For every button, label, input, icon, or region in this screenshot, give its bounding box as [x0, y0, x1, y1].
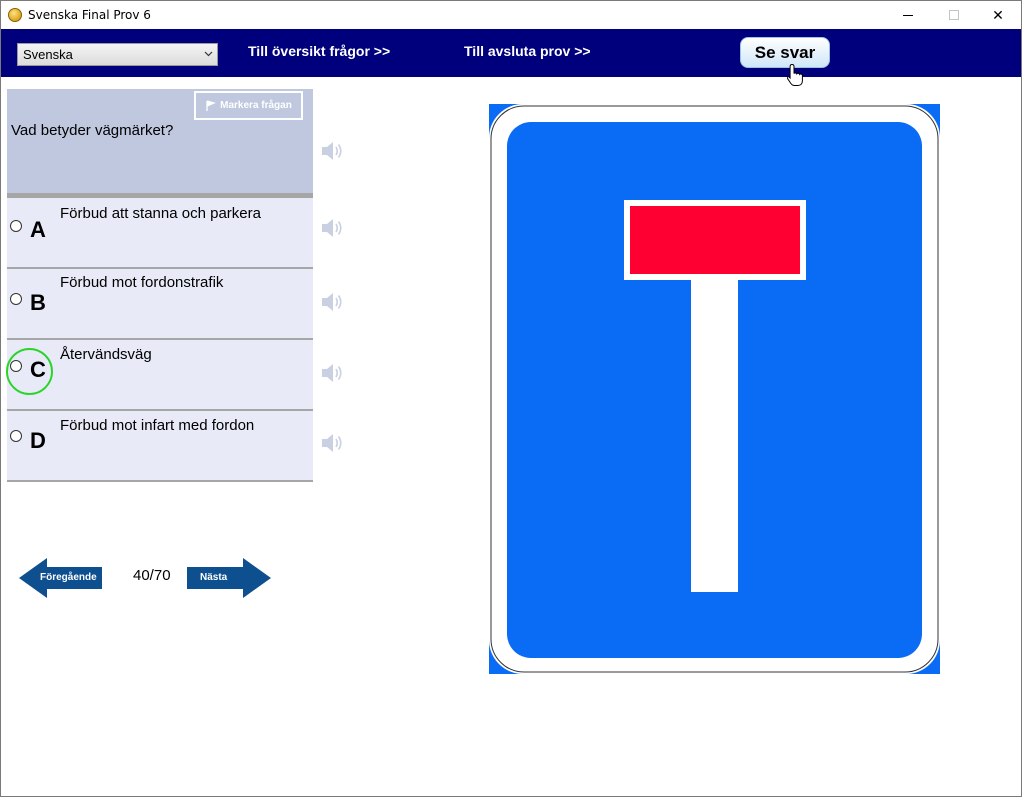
sign-red-bar [630, 206, 800, 274]
answer-radio-d[interactable] [10, 430, 22, 442]
answer-text-b: Förbud mot fordonstrafik [60, 274, 224, 291]
answer-c-speaker-icon[interactable] [320, 362, 344, 384]
language-select-value: Svenska [23, 47, 73, 62]
window-title: Svenska Final Prov 6 [28, 8, 151, 22]
app-icon [8, 8, 22, 22]
question-counter: 40/70 [133, 567, 171, 584]
question-speaker-icon[interactable] [320, 140, 344, 162]
answer-text-d: Förbud mot infart med fordon [60, 417, 255, 434]
answer-option-c[interactable]: C Återvändsväg [7, 340, 313, 411]
mark-question-button[interactable]: Markera frågan [194, 91, 303, 120]
answer-option-b[interactable]: B Förbud mot fordonstrafik [7, 269, 313, 340]
show-answer-button[interactable]: Se svar [740, 37, 830, 68]
answer-letter-d: D [30, 428, 46, 453]
answer-d-speaker-icon[interactable] [320, 432, 344, 454]
next-button[interactable]: Nästa [187, 558, 271, 598]
close-icon: ✕ [992, 6, 1004, 23]
answer-radio-a[interactable] [10, 220, 22, 232]
question-panel: Markera frågan Vad betyder vägmärket? [7, 89, 313, 193]
dead-end-road-sign [489, 104, 940, 674]
app-window: Svenska Final Prov 6 ✕ Svenska Till över… [0, 0, 1022, 797]
hand-cursor-icon [787, 63, 803, 86]
show-answer-label: Se svar [754, 42, 816, 62]
answer-letter-b: B [30, 290, 46, 315]
minimize-button[interactable] [885, 1, 931, 29]
answer-text-a: Förbud att stanna och parkera [60, 205, 261, 222]
title-bar: Svenska Final Prov 6 ✕ [1, 1, 1021, 29]
answer-text-c: Återvändsväg [60, 346, 152, 363]
answer-divider [7, 480, 313, 482]
next-label: Nästa [200, 572, 228, 583]
answer-letter-a: A [30, 217, 46, 242]
question-text: Vad betyder vägmärket? [11, 122, 174, 139]
sign-stem [691, 274, 738, 592]
previous-label: Föregående [40, 572, 97, 583]
answer-b-speaker-icon[interactable] [320, 291, 344, 313]
close-button[interactable]: ✕ [975, 1, 1021, 29]
finish-exam-link[interactable]: Till avsluta prov >> [464, 43, 591, 59]
previous-button[interactable]: Föregående [19, 558, 103, 598]
language-select[interactable]: Svenska [17, 43, 218, 66]
answer-option-d[interactable]: D Förbud mot infart med fordon [7, 411, 313, 482]
overview-questions-link[interactable]: Till översikt frågor >> [248, 43, 390, 59]
flag-icon [206, 99, 217, 111]
top-toolbar: Svenska Till översikt frågor >> Till avs… [1, 29, 1021, 77]
answer-radio-b[interactable] [10, 293, 22, 305]
mark-question-label: Markera frågan [220, 100, 292, 111]
maximize-button[interactable] [931, 1, 977, 29]
correct-answer-highlight [6, 348, 53, 395]
chevron-down-icon [204, 51, 213, 57]
answer-a-speaker-icon[interactable] [320, 217, 344, 239]
answer-option-a[interactable]: A Förbud att stanna och parkera [7, 198, 313, 269]
minimize-icon [903, 14, 913, 16]
maximize-icon [949, 10, 959, 20]
